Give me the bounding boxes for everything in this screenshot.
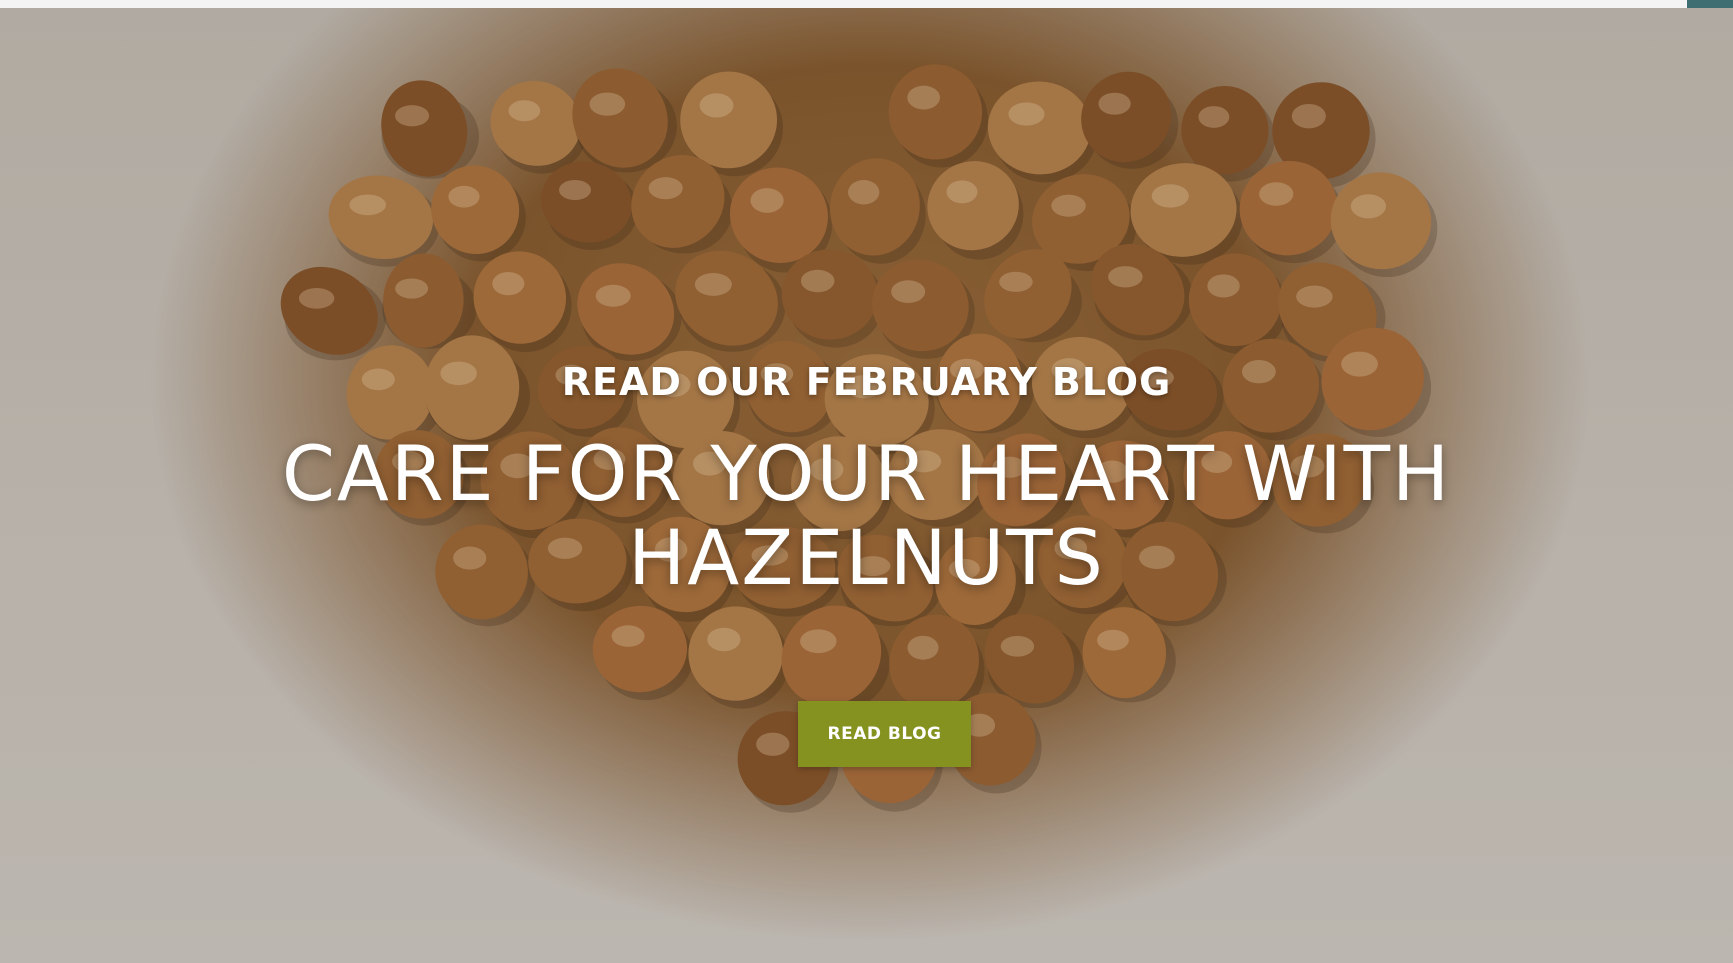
hero-content: READ OUR FEBRUARY BLOG CARE FOR YOUR HEA… <box>0 360 1733 600</box>
read-blog-button[interactable]: READ BLOG <box>798 701 971 767</box>
hero-headline: CARE FOR YOUR HEART WITH HAZELNUTS <box>281 429 1452 602</box>
top-strip <box>0 0 1733 8</box>
top-strip-accent <box>1687 0 1733 8</box>
hero-eyebrow: READ OUR FEBRUARY BLOG <box>561 360 1172 404</box>
hero-banner: READ OUR FEBRUARY BLOG CARE FOR YOUR HEA… <box>0 0 1733 963</box>
